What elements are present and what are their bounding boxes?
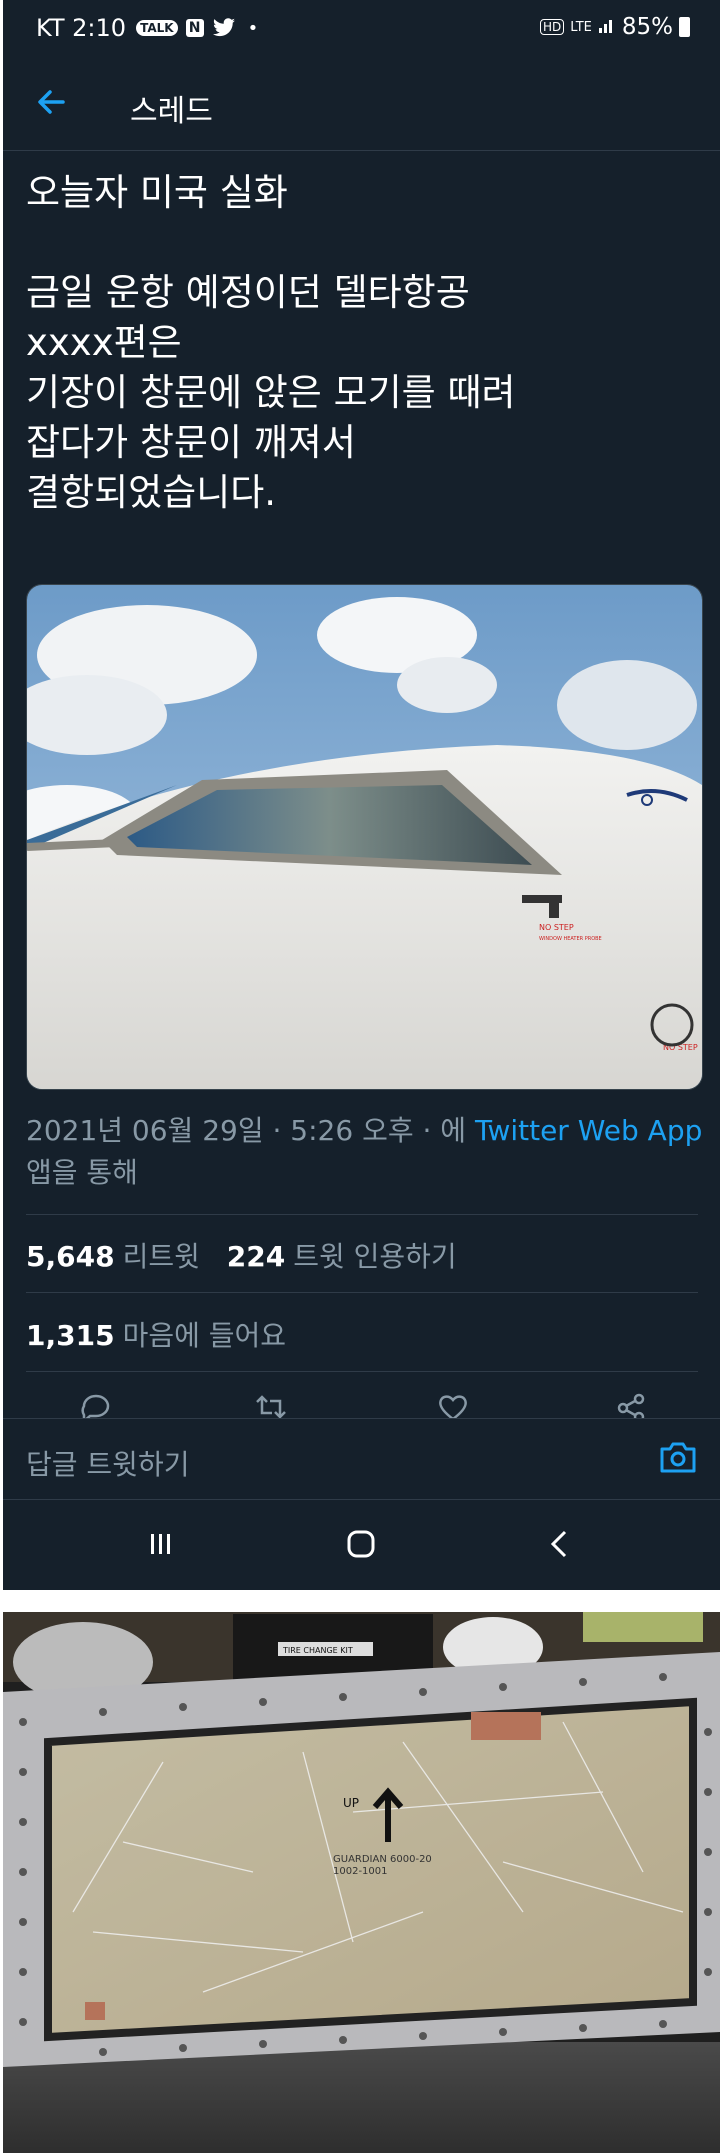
broken-windshield-image: TIRE CHANGE KIT UP GUARDIAN 6000-20 1002… [3,1612,720,2153]
hd-badge: HD [540,19,565,35]
dot-icon: • [247,17,259,39]
kakaotalk-icon: TALK [136,20,178,36]
tweet-media-cockpit[interactable]: NO STEP WINDOW HEATER PROBE NO STEP [26,584,703,1090]
naver-icon: N [185,19,204,37]
back-arrow-icon[interactable] [33,84,69,120]
tweet-actions [3,1388,720,1422]
glass-stencil: GUARDIAN 6000-20 [333,1854,432,1865]
signal-icon [598,16,616,38]
tweet-text: 오늘자 미국 실화 금일 운항 예정이던 델타항공 xxxx편은 기장이 창문에… [26,171,516,514]
battery-icon [679,17,690,37]
tweet-meta: 2021년 06월 29일 · 5:26 오후 · 에 Twitter Web … [26,1110,706,1194]
source-app-link[interactable]: Twitter Web App [475,1114,702,1147]
broken-window-photo: TIRE CHANGE KIT UP GUARDIAN 6000-20 1002… [3,1612,720,2153]
status-right: HD LTE 85% [540,14,690,40]
divider [26,1292,698,1293]
quotes-label: 트윗 인용하기 [293,1240,457,1273]
page-title: 스레드 [130,94,213,129]
no-step-placard-sub: WINDOW HEATER PROBE [539,936,602,942]
android-nav-bar [3,1500,720,1590]
home-icon[interactable] [339,1522,383,1566]
tweet-timestamp: 2021년 06월 29일 · 5:26 오후 · 에 [26,1114,475,1147]
carrier-time: KT 2:10 [36,14,127,42]
twitter-bird-icon [212,18,235,37]
no-step-placard: NO STEP [539,923,574,932]
glass-up-label: UP [343,1796,359,1810]
source-suffix: 앱을 통해 [26,1156,138,1189]
divider [26,1214,698,1215]
status-bar: KT 2:10 TALK N • HD LTE 85% [3,0,720,58]
retweets-count: 5,648 [26,1240,115,1273]
lte-badge: LTE [570,19,592,35]
status-left: KT 2:10 TALK N • [36,14,258,42]
quotes-count: 224 [226,1240,286,1273]
cockpit-photo: NO STEP WINDOW HEATER PROBE NO STEP [27,585,702,1089]
likes-label: 마음에 들어요 [122,1319,287,1352]
retweets-label: 리트윗 [122,1240,200,1273]
glass-stencil-2: 1002-1001 [333,1866,388,1877]
phone-screenshot: KT 2:10 TALK N • HD LTE 85% 스레드 오늘자 미국 실… [3,0,720,1590]
divider [26,1371,698,1372]
recents-icon[interactable] [139,1522,183,1566]
battery-percent: 85% [621,14,673,40]
retweet-stats[interactable]: 5,648 리트윗 224 트윗 인용하기 [26,1235,457,1275]
reply-composer[interactable]: 답글 트윗하기 [3,1418,720,1500]
like-stats[interactable]: 1,315 마음에 들어요 [26,1314,286,1354]
thread-header: 스레드 [3,58,720,151]
back-icon[interactable] [539,1522,583,1566]
likes-count: 1,315 [26,1319,115,1352]
camera-icon[interactable] [658,1439,698,1475]
reply-input[interactable]: 답글 트윗하기 [26,1443,189,1483]
tire-kit-label: TIRE CHANGE KIT [282,1646,353,1655]
